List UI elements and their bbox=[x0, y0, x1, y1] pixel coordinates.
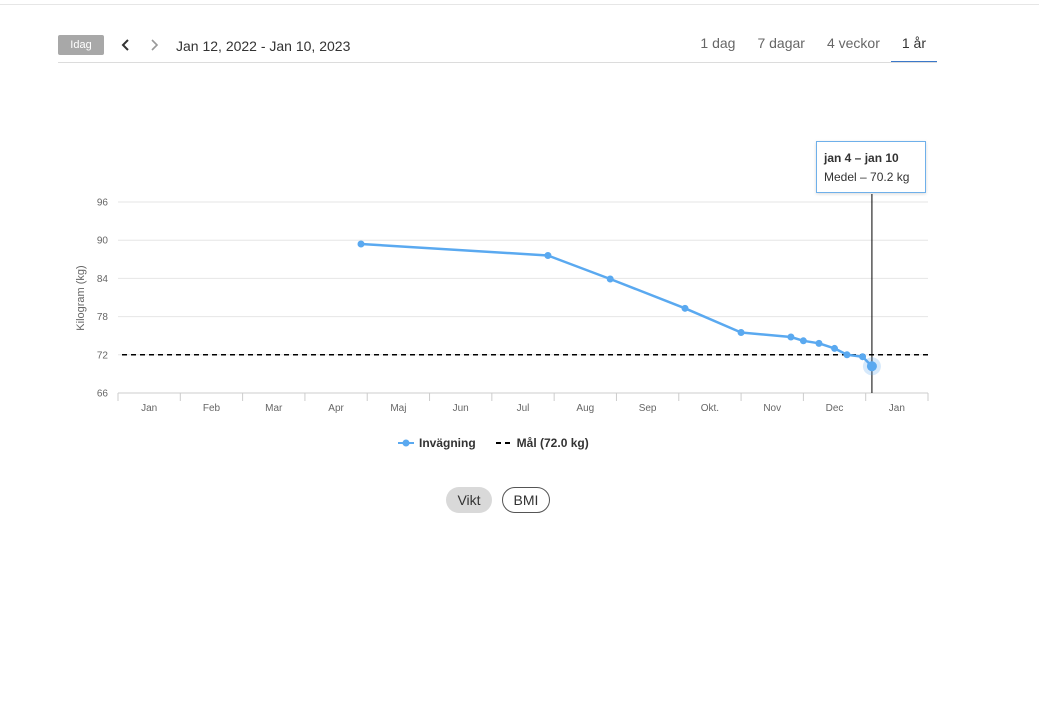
data-point bbox=[606, 275, 614, 283]
data-point bbox=[859, 353, 867, 361]
chart-tooltip: jan 4 – jan 10 Medel – 70.2 kg bbox=[816, 141, 926, 193]
data-point-highlighted bbox=[866, 361, 877, 372]
x-tick-label: Jul bbox=[517, 403, 530, 414]
x-tick-label: Nov bbox=[763, 403, 781, 414]
weighin-series-line bbox=[360, 242, 873, 368]
y-axis-label: Kilogram (kg) bbox=[75, 265, 87, 330]
y-tick-label: 66 bbox=[97, 389, 109, 400]
x-tick-label: Mar bbox=[265, 403, 283, 414]
y-tick-label: 90 bbox=[97, 236, 109, 247]
bmi-toggle-button[interactable]: BMI bbox=[502, 487, 550, 513]
x-tick-label: Jan bbox=[889, 403, 905, 414]
x-tick-label: Feb bbox=[203, 403, 221, 414]
legend-dash-marker bbox=[495, 442, 512, 444]
data-point bbox=[544, 251, 552, 259]
x-tick-label: Jan bbox=[141, 403, 157, 414]
x-tick-label: Okt. bbox=[701, 403, 719, 414]
data-point bbox=[681, 304, 689, 312]
weight-toggle-button[interactable]: Vikt bbox=[446, 487, 492, 513]
x-tick-label: Sep bbox=[639, 403, 657, 414]
legend-label-goal: Mål (72.0 kg) bbox=[516, 436, 589, 450]
data-point bbox=[799, 337, 807, 345]
weight-chart: 66 72 78 84 90 96 Jan Feb Mar Apr Maj Jun Jul Aug Sep O… bbox=[75, 194, 929, 414]
y-tick-label: 84 bbox=[97, 274, 109, 285]
legend-line-marker bbox=[398, 439, 414, 447]
x-tick-label: Dec bbox=[826, 403, 844, 414]
legend-item-weighin[interactable]: Invägning bbox=[398, 436, 476, 450]
y-tick-label: 72 bbox=[97, 350, 109, 361]
legend-item-goal[interactable]: Mål (72.0 kg) bbox=[495, 436, 589, 450]
data-point bbox=[843, 351, 851, 359]
series-layer bbox=[357, 194, 881, 393]
data-point bbox=[787, 333, 795, 341]
axes: 66 72 78 84 90 96 Jan Feb Mar Apr Maj Jun Jul Aug Sep O… bbox=[97, 198, 929, 414]
tooltip-value: Medel – 70.2 kg bbox=[824, 170, 910, 184]
y-tick-label: 78 bbox=[97, 312, 109, 323]
data-point bbox=[357, 240, 365, 248]
x-tick-label: Aug bbox=[576, 403, 594, 414]
y-tick-label: 96 bbox=[97, 198, 109, 209]
x-tick-label: Maj bbox=[390, 403, 406, 414]
tooltip-title: jan 4 – jan 10 bbox=[824, 151, 899, 165]
chart-legend: Invägning Mål (72.0 kg) bbox=[398, 434, 609, 452]
grid bbox=[118, 201, 928, 394]
x-tick-label: Apr bbox=[328, 403, 344, 414]
x-tick-label: Jun bbox=[453, 403, 469, 414]
data-point bbox=[737, 329, 745, 337]
data-point bbox=[831, 344, 839, 352]
legend-label-weighin: Invägning bbox=[419, 436, 476, 450]
data-point bbox=[815, 339, 823, 347]
